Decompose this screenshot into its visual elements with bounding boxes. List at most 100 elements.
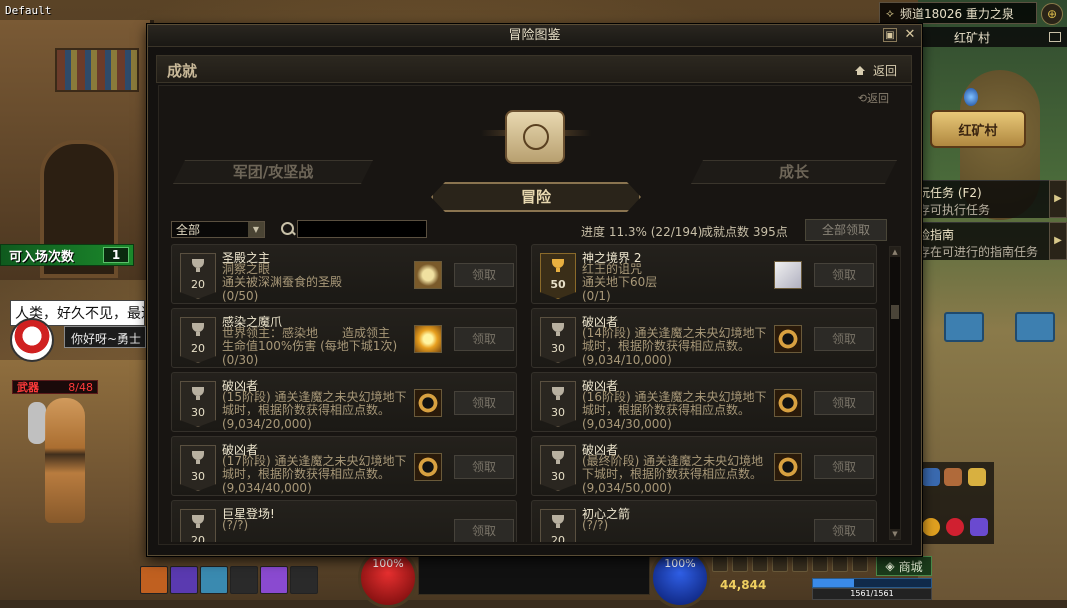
achievement-points: 30: [191, 406, 205, 419]
shop-button[interactable]: ◈ 商城: [876, 556, 932, 576]
reward-item-icon[interactable]: [414, 389, 442, 417]
filter-row: 全部 ▼ 进度 11.3% (22/194) 成就点数 395点 全部领取: [171, 219, 901, 241]
settings-icon[interactable]: ▣: [883, 28, 897, 42]
small-npc[interactable]: [28, 402, 46, 444]
tab-adventure[interactable]: 冒险: [431, 182, 641, 212]
reward-item-icon[interactable]: [774, 261, 802, 289]
claim-button[interactable]: 领取: [814, 327, 874, 351]
trophy-badge: 30: [180, 445, 216, 491]
claim-button[interactable]: 领取: [814, 519, 874, 542]
channel-selector[interactable]: ⟡ 频道18026 重力之泉: [879, 2, 1037, 24]
claim-button[interactable]: 领取: [454, 327, 514, 351]
inner-back-button[interactable]: ⟲返回: [858, 90, 889, 106]
achievement-progress: (0/50): [222, 289, 259, 303]
quest-title: 险指南: [918, 228, 955, 242]
trophy-icon: [552, 515, 564, 528]
menu-icon[interactable]: [732, 556, 748, 572]
reward-item-icon[interactable]: [774, 453, 802, 481]
claim-button[interactable]: 领取: [454, 519, 514, 542]
claim-button[interactable]: 领取: [454, 455, 514, 479]
flower-icon[interactable]: [946, 518, 964, 536]
achievement-points: 20: [191, 278, 205, 291]
menu-icon[interactable]: [812, 556, 828, 572]
npc-avatar[interactable]: [10, 318, 54, 362]
crown-icon[interactable]: [968, 468, 986, 486]
achievement-desc: 洞察之眼 通关被深渊蚕食的圣殿: [222, 262, 343, 289]
quest-tracker-1[interactable]: 玩任务 (F2) 存可执行任务: [914, 180, 1054, 218]
claim-button[interactable]: 领取: [454, 391, 514, 415]
tab-growth[interactable]: 成长: [691, 160, 897, 184]
expand-arrow-icon[interactable]: ▶: [1049, 222, 1067, 260]
achievement-points: 20: [191, 534, 205, 542]
menu-icon[interactable]: [852, 556, 868, 572]
gold-amount: 44,844: [720, 578, 767, 592]
skill-hotbar[interactable]: [418, 555, 650, 595]
achievement-points: 50: [550, 278, 566, 291]
hp-readout: 1561/1561: [812, 588, 932, 600]
claim-button[interactable]: 领取: [814, 263, 874, 287]
buff-icon[interactable]: [922, 468, 940, 486]
search-input[interactable]: [297, 220, 427, 238]
reward-item-icon[interactable]: [414, 325, 442, 353]
achievement-points: 30: [551, 406, 565, 419]
claim-all-button[interactable]: 全部领取: [805, 219, 887, 241]
skill-slot[interactable]: [260, 566, 288, 594]
scroll-up-icon[interactable]: ▲: [890, 247, 900, 257]
trophy-badge: 30: [180, 381, 216, 427]
maximize-icon[interactable]: [1049, 32, 1061, 42]
achievement-points: 30: [551, 342, 565, 355]
compass-icon[interactable]: ⊕: [1041, 3, 1063, 25]
trophy-badge: 20: [180, 509, 216, 542]
expand-arrow-icon[interactable]: ▶: [1049, 180, 1067, 218]
menu-icon[interactable]: [772, 556, 788, 572]
skill-slot[interactable]: [230, 566, 258, 594]
speedup-icon[interactable]: [944, 468, 962, 486]
achievement-points: 20: [191, 342, 205, 355]
scrollbar-thumb[interactable]: [891, 305, 899, 319]
reward-item-icon[interactable]: [414, 453, 442, 481]
entry-count-label: 可入场次数: [9, 249, 75, 265]
achievement-card: 20 感染之魔爪 世界领主：感染地 造成领主 生命值100%伤害 (每地下城1次)(…: [171, 308, 517, 368]
reward-item-icon[interactable]: [414, 261, 442, 289]
close-icon[interactable]: ✕: [903, 28, 917, 42]
achievement-progress: (0/1): [582, 289, 611, 303]
menu-icon[interactable]: [792, 556, 808, 572]
trophy-badge: 30: [540, 381, 576, 427]
achievement-desc: 世界领主：感染地 造成领主 生命值100%伤害 (每地下城1次): [222, 326, 398, 353]
skill-slot[interactable]: [200, 566, 228, 594]
achievement-points: 30: [551, 470, 565, 483]
exp-bar-fill: [813, 579, 855, 587]
menu-icon[interactable]: [832, 556, 848, 572]
scroll-down-icon[interactable]: ▼: [890, 529, 900, 539]
reward-item-icon[interactable]: [774, 389, 802, 417]
claim-button[interactable]: 领取: [814, 391, 874, 415]
scrollbar[interactable]: ▲ ▼: [889, 246, 901, 540]
gem-icon[interactable]: [970, 518, 988, 536]
npc-speech: 你好呀~勇士: [64, 326, 146, 348]
achievement-list: 20 圣殿之主 洞察之眼 通关被深渊蚕食的圣殿 (0/50) 领取 50 神之境界 2 红王的…: [171, 244, 881, 542]
skill-slot[interactable]: [140, 566, 168, 594]
menu-icon[interactable]: [712, 556, 728, 572]
quest-desc: 存在可进行的指南任务: [918, 245, 1039, 259]
player-character[interactable]: [45, 398, 85, 523]
minimap-header[interactable]: 红矿村: [918, 27, 1067, 47]
quest-tracker-2[interactable]: 险指南 存在可进行的指南任务: [914, 222, 1054, 260]
quest-title: 玩任务 (F2): [918, 186, 982, 200]
achievement-desc: (?/?): [222, 518, 249, 532]
claim-button[interactable]: 领取: [454, 263, 514, 287]
menu-icon[interactable]: [752, 556, 768, 572]
home-icon: [854, 66, 865, 75]
inner-back-label: 返回: [867, 92, 889, 105]
hp-orb: 100%: [358, 548, 418, 608]
location-icon[interactable]: [922, 518, 940, 536]
back-button[interactable]: 返回: [854, 62, 897, 79]
reward-item-icon[interactable]: [774, 325, 802, 353]
achievement-card: 30 破凶者 (17阶段) 通关逢魔之未央幻境地下 城时，根据阶数获得相应点数。 (9…: [171, 436, 517, 496]
achievement-points: 30: [191, 470, 205, 483]
category-dropdown[interactable]: 全部 ▼: [171, 221, 265, 238]
claim-button[interactable]: 领取: [814, 455, 874, 479]
tab-legion[interactable]: 军团/攻坚战: [173, 160, 373, 184]
skill-slot[interactable]: [170, 566, 198, 594]
skill-slot[interactable]: [290, 566, 318, 594]
trophy-icon: [552, 259, 564, 272]
